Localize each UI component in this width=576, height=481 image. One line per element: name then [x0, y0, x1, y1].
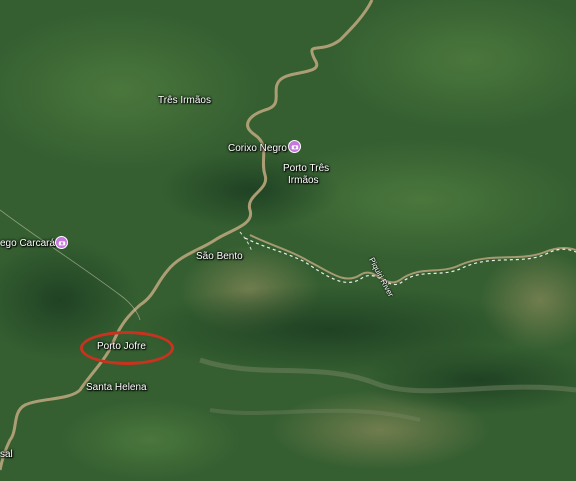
camera-icon [58, 240, 65, 245]
label-santa-helena: Santa Helena [86, 382, 147, 393]
poi-corixo-negro[interactable] [288, 140, 301, 153]
poi-corrego-carcara[interactable] [55, 236, 68, 249]
label-sal: sal [0, 449, 13, 460]
satellite-map[interactable]: Três Irmãos Corixo Negro Porto Três Irmã… [0, 0, 576, 481]
label-tres-irmaos: Três Irmãos [158, 95, 211, 106]
label-porto-tres-irmaos-1: Porto Três [283, 163, 330, 174]
label-porto-jofre: Porto Jofre [97, 341, 146, 352]
label-sao-bento: São Bento [196, 251, 243, 262]
label-corrego-carcara: ego Carcará [0, 238, 56, 249]
label-porto-tres-irmaos-2: Irmãos [288, 175, 319, 186]
terrain-layer [0, 0, 576, 481]
label-corixo-negro: Corixo Negro [228, 143, 287, 154]
camera-icon [291, 144, 298, 149]
